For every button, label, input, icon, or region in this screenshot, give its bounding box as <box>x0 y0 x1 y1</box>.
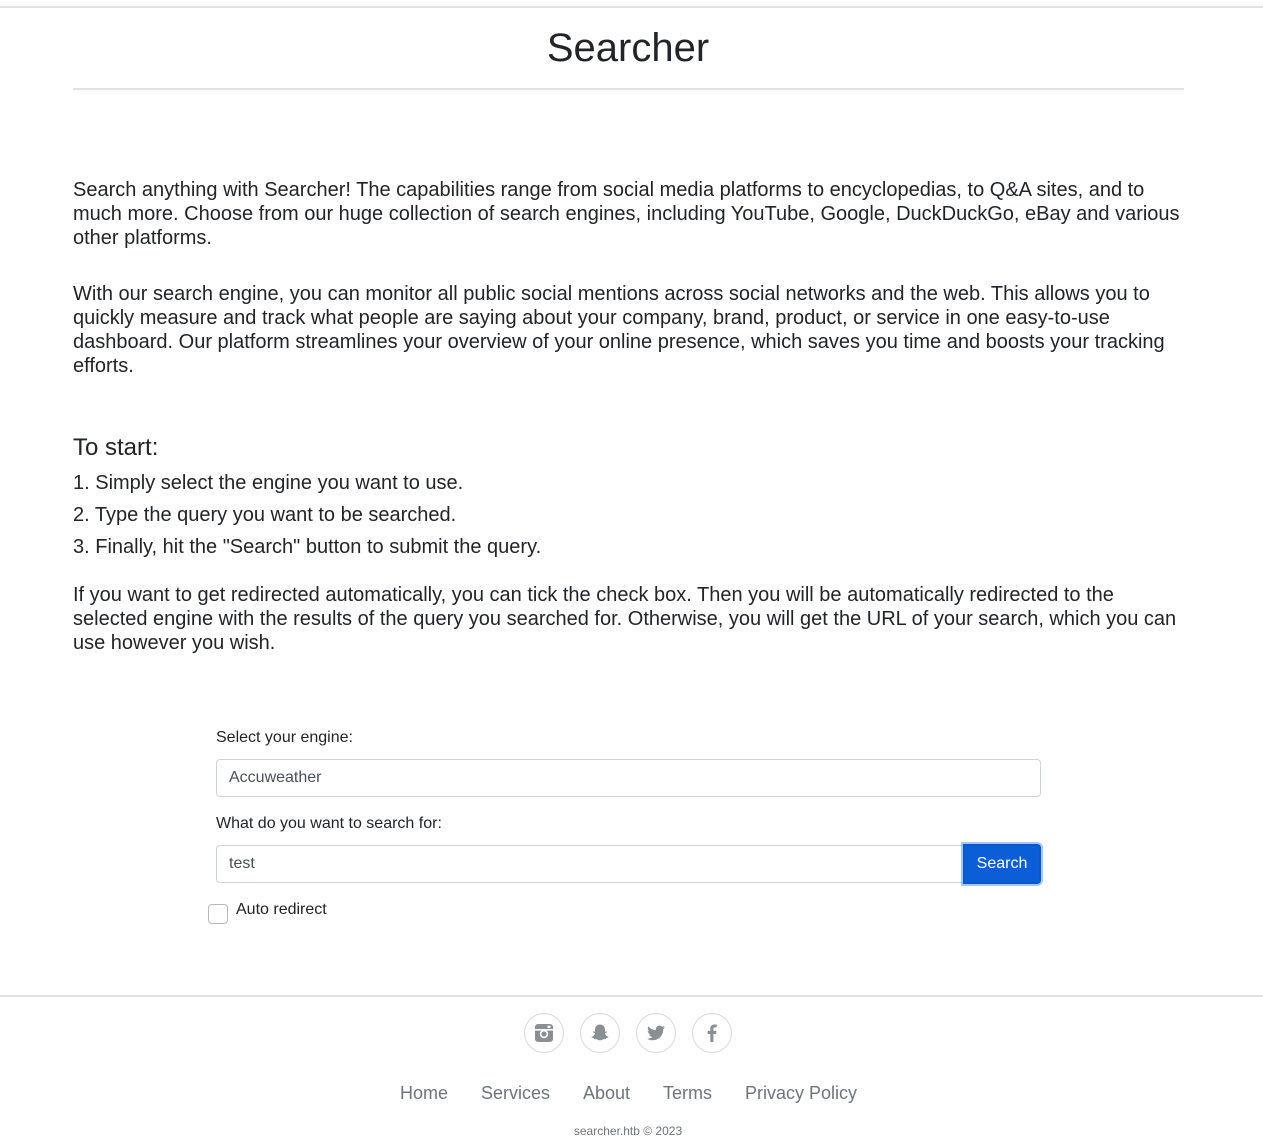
query-label: What do you want to search for: <box>216 815 442 832</box>
engine-select[interactable]: Accuweather <box>216 759 1041 797</box>
top-divider <box>0 6 1263 8</box>
footer-link-privacy-policy[interactable]: Privacy Policy <box>745 1082 857 1104</box>
engine-select-value: Accuweather <box>229 769 322 786</box>
auto-redirect-label[interactable]: Auto redirect <box>236 900 327 920</box>
query-input[interactable]: test <box>216 845 963 883</box>
page-title: Searcher <box>546 26 710 70</box>
facebook-link[interactable] <box>692 1013 732 1053</box>
instagram-link[interactable] <box>524 1013 564 1053</box>
snapchat-link[interactable] <box>580 1013 620 1053</box>
instruction-step: 3. Finally, hit the "Search" button to s… <box>73 536 542 558</box>
footer-link-home[interactable]: Home <box>400 1082 448 1104</box>
title-divider <box>73 88 1184 90</box>
instruction-step: 1. Simply select the engine you want to … <box>73 472 464 494</box>
auto-redirect-checkbox[interactable] <box>208 904 228 924</box>
intro-paragraph-2: With our search engine, you can monitor … <box>73 283 1165 377</box>
snapchat-icon <box>591 1024 609 1041</box>
footer-divider <box>0 995 1263 997</box>
facebook-icon <box>707 1024 717 1042</box>
intro-paragraph-1: Search anything with Searcher! The capab… <box>73 179 1180 249</box>
instruction-step: 2. Type the query you want to be searche… <box>73 504 457 526</box>
engine-label: Select your engine: <box>216 729 353 746</box>
twitter-link[interactable] <box>636 1013 676 1053</box>
twitter-icon <box>647 1025 665 1041</box>
footer-link-about[interactable]: About <box>583 1082 630 1104</box>
instructions-heading: To start: <box>73 434 159 461</box>
query-input-value: test <box>229 855 255 872</box>
footer-link-services[interactable]: Services <box>481 1082 550 1104</box>
search-button[interactable]: Search <box>963 844 1041 884</box>
redirect-note: If you want to get redirected automatica… <box>73 584 1177 654</box>
footer-link-terms[interactable]: Terms <box>663 1082 712 1104</box>
instagram-icon <box>535 1024 553 1042</box>
